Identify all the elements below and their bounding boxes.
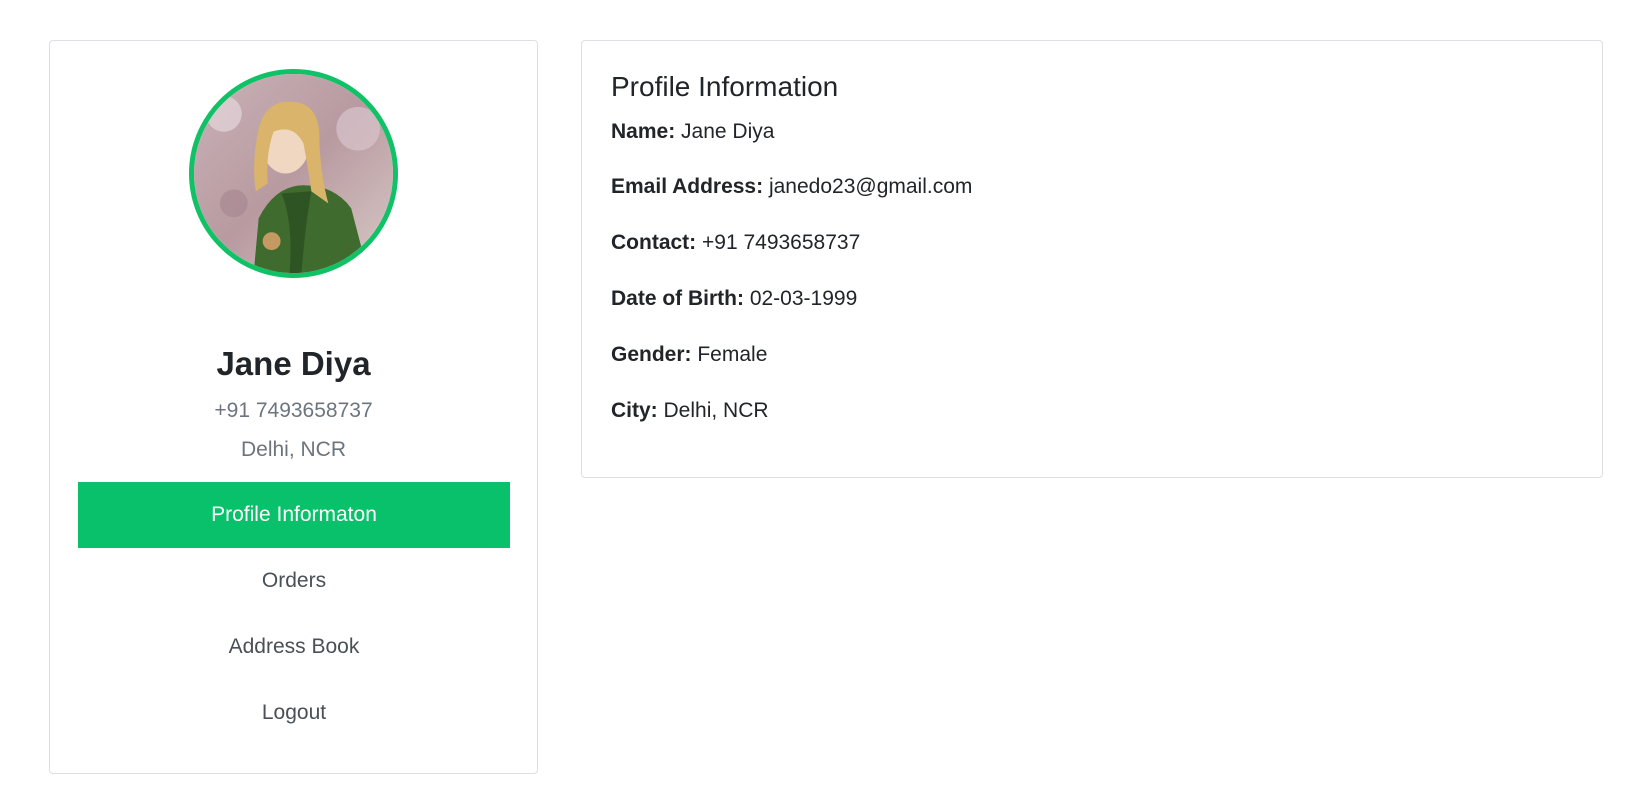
- info-row-gender: Gender: Female: [611, 342, 767, 368]
- info-label: City:: [611, 399, 664, 422]
- info-value: Female: [697, 343, 768, 366]
- sidebar-menu: Profile Informaton Orders Address Book L…: [78, 482, 510, 746]
- profile-sidebar-card: Jane Diya +91 7493658737 Delhi, NCR Prof…: [49, 40, 538, 774]
- profile-information-title: Profile Information: [611, 71, 839, 102]
- info-value: +91 7493658737: [702, 231, 861, 254]
- sidebar-item-orders[interactable]: Orders: [78, 548, 510, 614]
- info-label: Email Address:: [611, 175, 769, 198]
- profile-city: Delhi, NCR: [240, 438, 347, 461]
- info-row-city: City: Delhi, NCR: [611, 398, 769, 424]
- info-row-date-of-birth: Date of Birth: 02-03-1999: [611, 286, 857, 312]
- profile-phone: +91 7493658737: [214, 399, 373, 422]
- info-label: Gender:: [611, 343, 698, 366]
- sidebar-item-logout[interactable]: Logout: [78, 680, 510, 746]
- sidebar-item-address-book[interactable]: Address Book: [78, 614, 510, 680]
- info-value: janedo23@gmail.com: [768, 175, 973, 198]
- profile-name: Jane Diya: [216, 345, 371, 382]
- info-label: Name:: [611, 120, 682, 143]
- info-value: 02-03-1999: [749, 287, 858, 310]
- avatar: [189, 69, 398, 278]
- sidebar-item-profile-information[interactable]: Profile Informaton: [78, 482, 510, 548]
- info-label: Date of Birth:: [611, 287, 750, 310]
- profile-information-card: Profile Information Name: Jane Diya Emai…: [581, 40, 1603, 478]
- info-row-email: Email Address: janedo23@gmail.com: [611, 174, 972, 200]
- info-row-contact: Contact: +91 7493658737: [611, 230, 860, 256]
- info-value: Delhi, NCR: [663, 399, 769, 422]
- info-row-name: Name: Jane Diya: [611, 119, 774, 145]
- info-label: Contact:: [611, 231, 702, 254]
- user-photo-icon: [194, 74, 393, 273]
- info-value: Jane Diya: [681, 120, 775, 143]
